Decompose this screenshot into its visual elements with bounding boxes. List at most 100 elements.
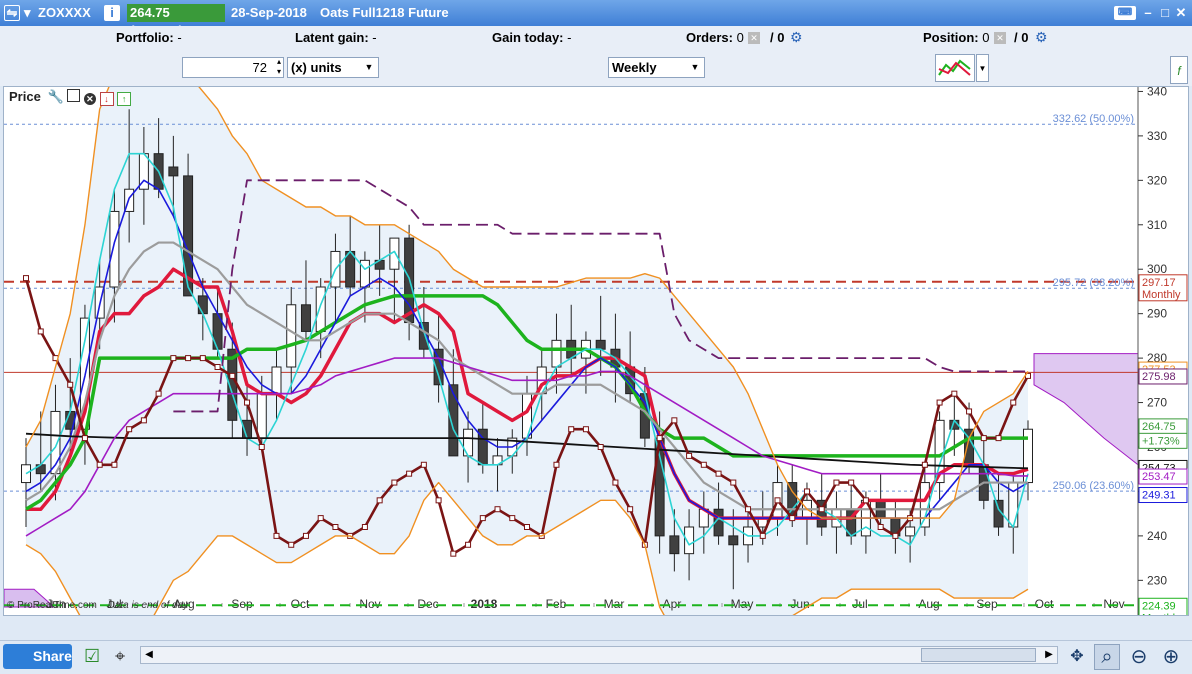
- stochastic-marker: [671, 417, 678, 424]
- stochastic-marker: [170, 355, 177, 362]
- stochastic-marker: [244, 399, 251, 406]
- maximize-button[interactable]: □: [1157, 5, 1173, 21]
- units-input[interactable]: 72 ▴ ▾: [182, 57, 284, 78]
- stochastic-marker: [818, 506, 825, 513]
- y-tick-label: 270: [1147, 396, 1167, 410]
- x-tick-label: Aug: [918, 597, 939, 611]
- stochastic-marker: [597, 444, 604, 450]
- candle-body: [522, 393, 532, 439]
- stochastic-marker: [553, 461, 560, 468]
- indicators-icon[interactable]: [935, 54, 975, 82]
- symbol-label[interactable]: ZOXXXX: [38, 5, 91, 20]
- close-chart-icon[interactable]: ✕: [83, 93, 96, 105]
- y-tick-label: 240: [1147, 529, 1167, 543]
- info-icon[interactable]: i: [104, 5, 120, 21]
- drawing-tools-icon[interactable]: ⌖: [115, 646, 125, 667]
- scroll-right-icon[interactable]: ▶: [1041, 647, 1057, 663]
- stochastic-marker: [258, 444, 265, 450]
- stochastic-marker: [730, 479, 737, 486]
- stochastic-marker: [376, 497, 383, 504]
- close-button[interactable]: ✕: [1173, 5, 1189, 21]
- latent-gain-value: -: [372, 30, 377, 45]
- orders-settings-icon[interactable]: ⚙: [790, 29, 803, 46]
- units-value: 72: [252, 60, 267, 75]
- stochastic-marker: [995, 435, 1002, 442]
- candle-body: [286, 304, 297, 368]
- x-tick-label: Nov: [359, 597, 380, 611]
- x-tick-label: Mar: [604, 597, 625, 611]
- candle-body: [595, 339, 606, 350]
- units-type-select[interactable]: (x) units ▼: [287, 57, 379, 78]
- y-tick-label: 230: [1147, 573, 1167, 587]
- stochastic-marker: [656, 435, 663, 442]
- fib-label: 250.06 (23.60%): [1053, 480, 1134, 492]
- portfolio-value: -: [177, 30, 182, 45]
- scroll-left-icon[interactable]: ◀: [141, 647, 157, 663]
- fib-label: 332.62 (50.00%): [1053, 113, 1134, 125]
- price-label: 297.17: [1142, 277, 1176, 289]
- keyboard-icon[interactable]: ⌨: [1114, 6, 1136, 20]
- share-label: Share: [33, 648, 72, 664]
- window-icon[interactable]: [67, 89, 81, 102]
- price-label: 264.75: [1142, 421, 1176, 433]
- portfolio-label: Portfolio:: [116, 30, 174, 45]
- stochastic-marker: [479, 515, 486, 522]
- checklist-icon[interactable]: ☑: [84, 646, 100, 667]
- move-up-icon[interactable]: ↑: [117, 92, 132, 106]
- units-type-label: (x) units: [291, 60, 342, 75]
- indicator-chart-icon: [938, 59, 971, 76]
- stochastic-marker: [288, 541, 295, 548]
- stochastic-marker: [877, 524, 884, 530]
- side-panel-toggle-icon[interactable]: f: [1170, 56, 1188, 84]
- gain-today-label: Gain today:: [492, 30, 564, 45]
- zoom-out-icon[interactable]: ⊖: [1126, 644, 1152, 670]
- chart-canvas[interactable]: 230240250260270280290300310320330340JunJ…: [4, 87, 1188, 615]
- stochastic-marker: [494, 506, 501, 513]
- candle-body: [256, 393, 267, 439]
- stochastic-marker: [568, 426, 575, 433]
- position-settings-icon[interactable]: ⚙: [1035, 29, 1048, 46]
- cancel-orders-icon[interactable]: ✕: [748, 32, 760, 44]
- stochastic-marker: [81, 435, 88, 442]
- minimize-button[interactable]: –: [1140, 5, 1156, 21]
- stochastic-marker: [833, 479, 840, 486]
- stochastic-marker: [111, 461, 118, 468]
- symbol-dropdown-icon[interactable]: ▾: [24, 5, 31, 21]
- x-tick-label: 2018: [471, 597, 498, 611]
- move-down-icon[interactable]: ↓: [99, 92, 114, 106]
- candle-body: [197, 295, 208, 315]
- fib-label: 295.72 (38.20%): [1053, 277, 1134, 289]
- stochastic-marker: [435, 497, 442, 504]
- pan-icon[interactable]: ✥: [1064, 644, 1090, 670]
- x-tick-label: Apr: [663, 597, 682, 611]
- close-position-icon[interactable]: ✕: [994, 32, 1006, 44]
- price-chart[interactable]: 230240250260270280290300310320330340JunJ…: [3, 86, 1189, 616]
- x-tick-label: Jul: [852, 597, 867, 611]
- x-tick-label: Jun: [790, 597, 809, 611]
- position-value-2: / 0: [1014, 30, 1029, 45]
- link-icon[interactable]: ⇋: [4, 5, 20, 21]
- x-tick-label: Sep: [976, 597, 998, 611]
- stochastic-marker: [966, 408, 973, 415]
- price-label-sub: Monthly: [1142, 289, 1181, 301]
- status-bar: ⋖ Share ☑ ⌖ ◀ ▶ ✥ ⌕ ⊖ ⊕: [0, 640, 1192, 674]
- units-stepper-icon[interactable]: ▴ ▾: [277, 57, 281, 77]
- share-button[interactable]: ⋖ Share: [3, 644, 72, 669]
- stochastic-marker: [391, 479, 398, 486]
- instrument-label: Oats Full1218 Future: [320, 5, 449, 20]
- scrollbar-thumb[interactable]: [921, 648, 1036, 662]
- indicators-dropdown-icon[interactable]: ▼: [976, 54, 989, 82]
- chevron-down-icon: ▼: [690, 62, 700, 72]
- orders-label: Orders:: [686, 30, 733, 45]
- zoom-in-icon[interactable]: ⊕: [1158, 644, 1184, 670]
- position-label: Position:: [923, 30, 979, 45]
- timeframe-select[interactable]: Weekly ▼: [608, 57, 705, 78]
- price-label: 249.31: [1142, 490, 1176, 502]
- zoom-select-icon[interactable]: ⌕: [1094, 644, 1120, 670]
- ichimoku-future-cloud: [1033, 353, 1139, 466]
- wrench-icon[interactable]: 🔧: [47, 89, 63, 104]
- stochastic-marker: [199, 355, 206, 362]
- x-tick-label: Oct: [1035, 597, 1054, 611]
- chart-scrollbar[interactable]: ◀ ▶: [140, 646, 1058, 664]
- x-tick-label: Sep: [231, 597, 253, 611]
